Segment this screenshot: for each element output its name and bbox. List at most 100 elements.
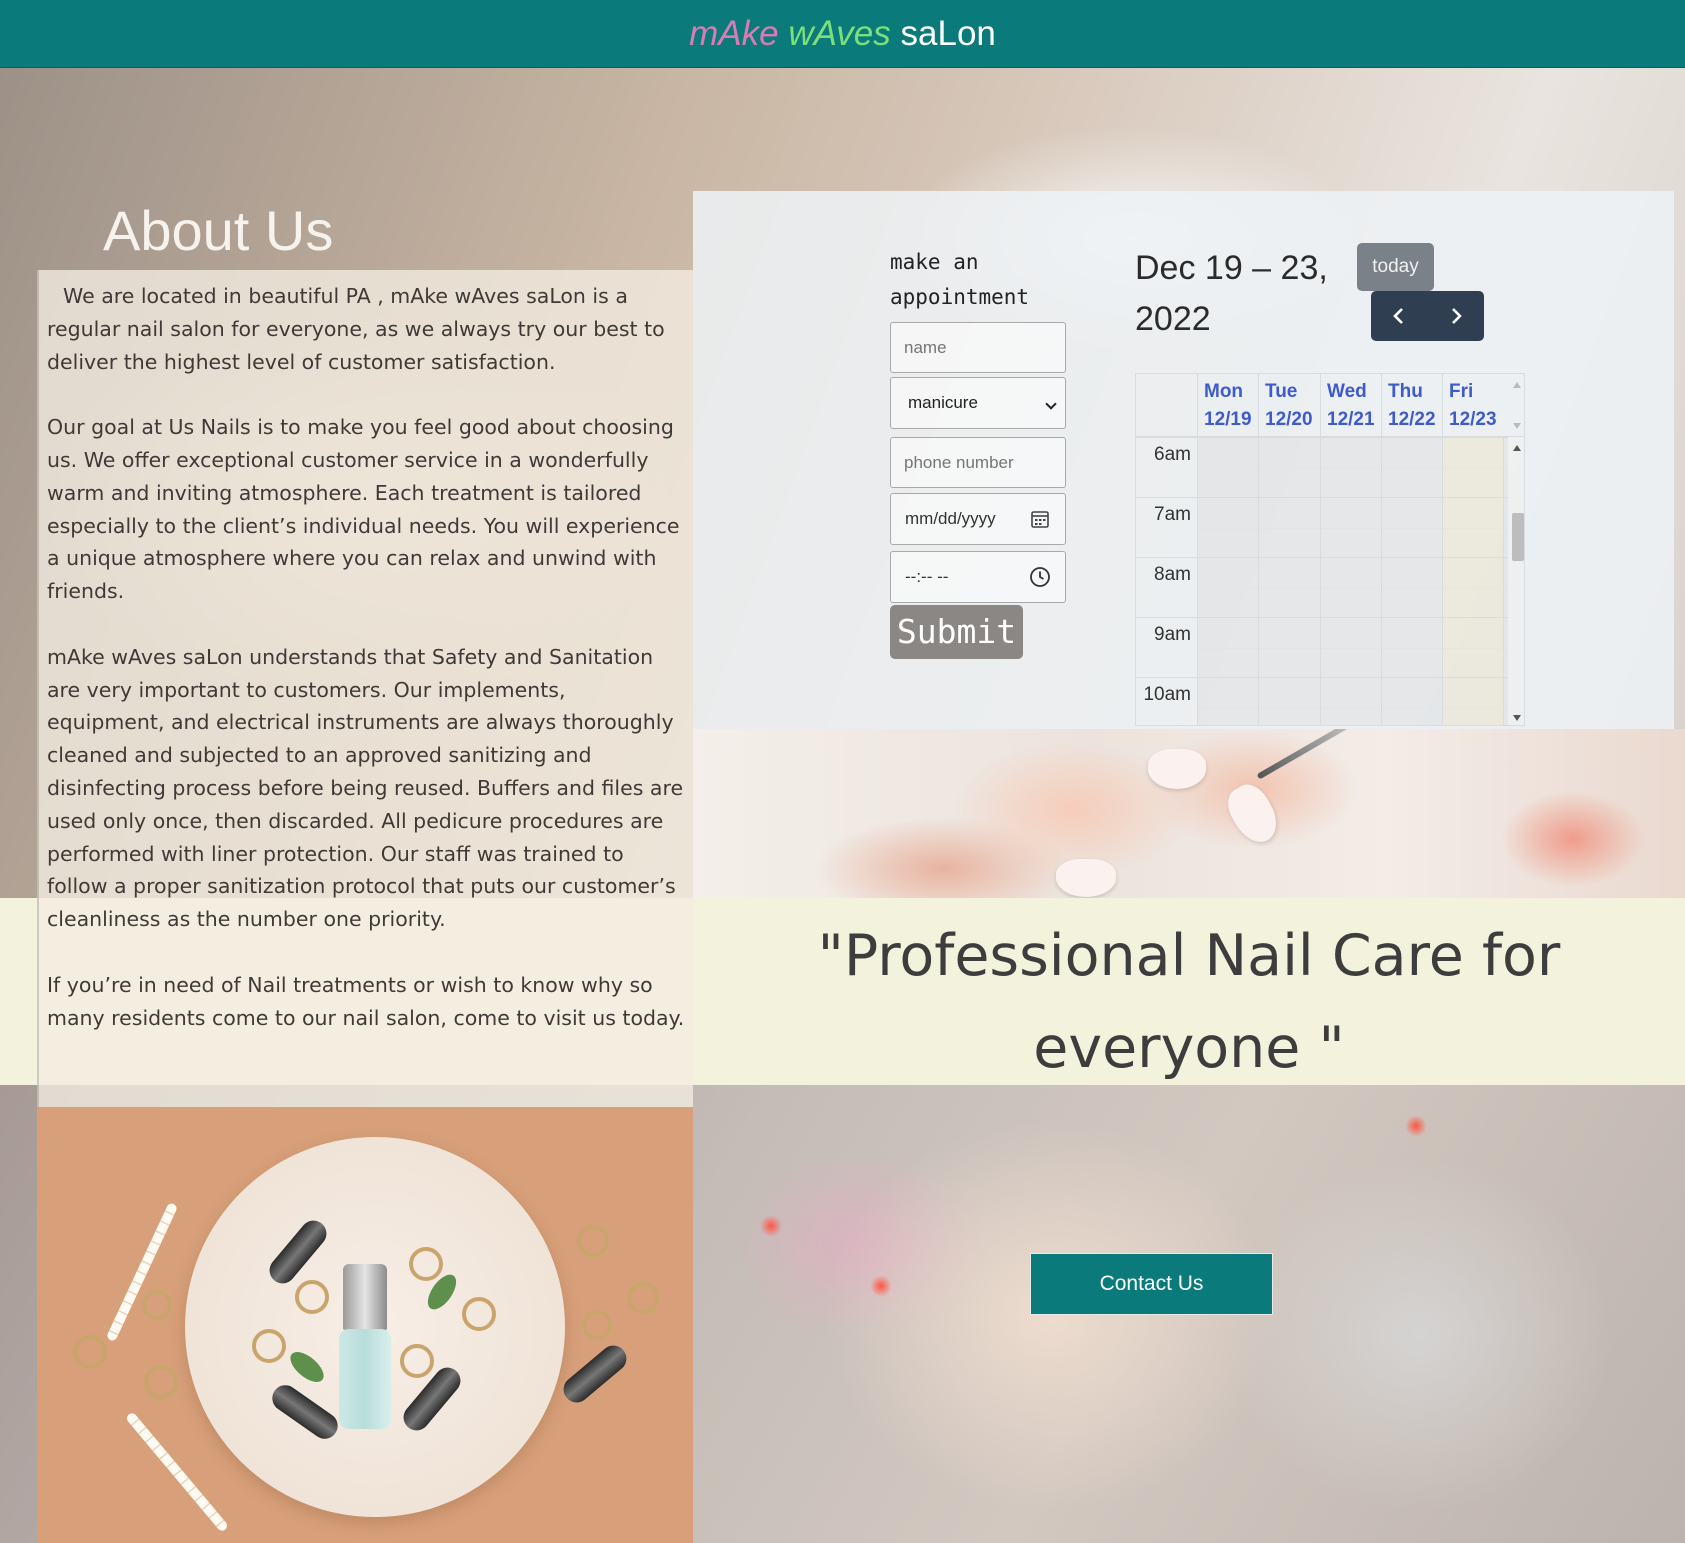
day-name: Tue	[1265, 381, 1298, 402]
phone-input[interactable]	[890, 437, 1066, 488]
grid-line	[1381, 437, 1382, 725]
half-hour-line	[1197, 588, 1508, 589]
half-hour-line	[1197, 528, 1508, 529]
about-paragraph: Our goal at Us Nails is to make you feel…	[47, 415, 680, 604]
calendar-header-row: Mon 12/19 Tue 12/20 Wed 12/21 Thu 12/22 …	[1136, 374, 1524, 437]
ring-graphic	[627, 1282, 659, 1314]
chevron-right-icon	[1451, 308, 1462, 324]
top-navbar: mAke wAves saLon	[0, 0, 1685, 68]
appointment-form-title: make an appointment	[890, 250, 1030, 309]
grid-line	[1320, 437, 1321, 725]
scroll-down-icon[interactable]	[1513, 715, 1521, 721]
time-label: 7am	[1154, 504, 1191, 525]
day-date: 12/23	[1449, 409, 1497, 430]
nail-graphic	[1148, 749, 1206, 789]
brand-word-waves: wAves	[788, 14, 891, 53]
ring-graphic	[582, 1310, 612, 1340]
chevron-down-icon	[1045, 398, 1057, 410]
scroll-up-icon	[1513, 382, 1521, 388]
lamp-light-dot	[1405, 1115, 1427, 1137]
grid-line	[1503, 437, 1504, 725]
calendar-nav-group	[1371, 291, 1484, 341]
time-slot-row[interactable]: 8am	[1136, 557, 1508, 617]
time-input[interactable]: --:-- --	[890, 551, 1066, 603]
contact-us-button[interactable]: Contact Us	[1030, 1253, 1273, 1315]
day-name: Fri	[1449, 381, 1474, 402]
service-select[interactable]: manicure	[890, 377, 1066, 429]
nail-graphic	[1220, 778, 1286, 850]
grid-line	[1258, 437, 1259, 725]
time-slot-row[interactable]: 6am	[1136, 437, 1508, 497]
today-button[interactable]: today	[1357, 243, 1434, 291]
half-hour-line	[1197, 648, 1508, 649]
ring-graphic	[462, 1297, 496, 1331]
ring-graphic	[295, 1280, 329, 1314]
time-label: 10am	[1143, 684, 1191, 705]
ring-graphic	[400, 1344, 434, 1378]
grid-line	[1197, 437, 1198, 725]
manicure-hands-photo	[693, 729, 1685, 898]
calendar-scrollbar[interactable]	[1508, 437, 1524, 725]
ring-graphic	[144, 1365, 178, 1399]
day-header-wed[interactable]: Wed 12/21	[1320, 374, 1381, 437]
date-input-placeholder: mm/dd/yyyy	[905, 509, 996, 528]
time-label: 9am	[1154, 624, 1191, 645]
date-input[interactable]: mm/dd/yyyy	[890, 493, 1066, 545]
pearl-clip-graphic	[105, 1201, 179, 1343]
ring-graphic	[577, 1225, 609, 1257]
scrollbar-thumb[interactable]	[1512, 513, 1524, 561]
prev-week-button[interactable]	[1371, 291, 1428, 341]
ring-graphic	[142, 1290, 172, 1320]
time-slot-row[interactable]: 10am	[1136, 677, 1508, 725]
day-name: Mon	[1204, 381, 1244, 402]
header-scroll-arrows	[1508, 374, 1524, 437]
ring-graphic	[409, 1247, 443, 1281]
day-header-mon[interactable]: Mon 12/19	[1197, 374, 1258, 437]
day-header-tue[interactable]: Tue 12/20	[1258, 374, 1319, 437]
brand-logo[interactable]: mAke wAves saLon	[0, 0, 1685, 68]
day-name: Thu	[1388, 381, 1423, 402]
time-label: 8am	[1154, 564, 1191, 585]
nail-polish-bottle-graphic	[339, 1329, 391, 1429]
calendar-icon[interactable]	[1029, 508, 1051, 530]
calendar-range-title: Dec 19 – 23, 2022	[1135, 249, 1328, 338]
about-text-box: We are located in beautiful PA , mAke wA…	[37, 270, 693, 1107]
day-date: 12/22	[1388, 409, 1436, 430]
clock-icon[interactable]	[1029, 566, 1051, 588]
time-slot-row[interactable]: 9am	[1136, 617, 1508, 677]
day-date: 12/19	[1204, 409, 1252, 430]
half-hour-line	[1197, 468, 1508, 469]
time-input-placeholder: --:-- --	[905, 567, 949, 586]
name-input[interactable]	[890, 322, 1066, 373]
half-hour-line	[1197, 708, 1508, 709]
time-label: 6am	[1154, 444, 1191, 465]
about-paragraph: If you’re in need of Nail treatments or …	[47, 972, 685, 1030]
chevron-left-icon	[1393, 308, 1404, 324]
grid-line	[1442, 437, 1443, 725]
nail-tool-graphic	[1256, 729, 1433, 780]
day-name: Wed	[1327, 381, 1367, 402]
nail-graphic	[1056, 859, 1116, 897]
day-date: 12/21	[1327, 409, 1375, 430]
lamp-light-dot	[760, 1215, 782, 1237]
about-paragraph: mAke wAves saLon understands that Safety…	[47, 644, 684, 932]
manicure-tools-photo	[37, 1107, 693, 1543]
tagline-quote: "Professional Nail Care for everyone "	[817, 923, 1561, 1081]
lamp-light-dot	[870, 1275, 892, 1297]
brand-word-salon: saLon	[900, 14, 996, 53]
submit-button[interactable]: Submit	[890, 605, 1023, 659]
next-week-button[interactable]	[1428, 291, 1485, 341]
day-header-fri[interactable]: Fri 12/23	[1442, 374, 1503, 437]
pearl-clip-graphic	[124, 1411, 230, 1533]
ring-graphic	[252, 1329, 286, 1363]
day-header-thu[interactable]: Thu 12/22	[1381, 374, 1442, 437]
week-calendar: Mon 12/19 Tue 12/20 Wed 12/21 Thu 12/22 …	[1135, 373, 1525, 726]
nail-clipper-graphic	[558, 1340, 632, 1408]
service-select-value: manicure	[908, 393, 978, 412]
nail-polish-cap-graphic	[343, 1264, 387, 1330]
calendar-time-grid: 6am 7am 8am 9am 10am	[1136, 437, 1524, 725]
time-slot-row[interactable]: 7am	[1136, 497, 1508, 557]
about-title: About Us	[103, 199, 334, 262]
scroll-down-icon	[1513, 423, 1521, 429]
scroll-up-icon[interactable]	[1513, 445, 1521, 451]
